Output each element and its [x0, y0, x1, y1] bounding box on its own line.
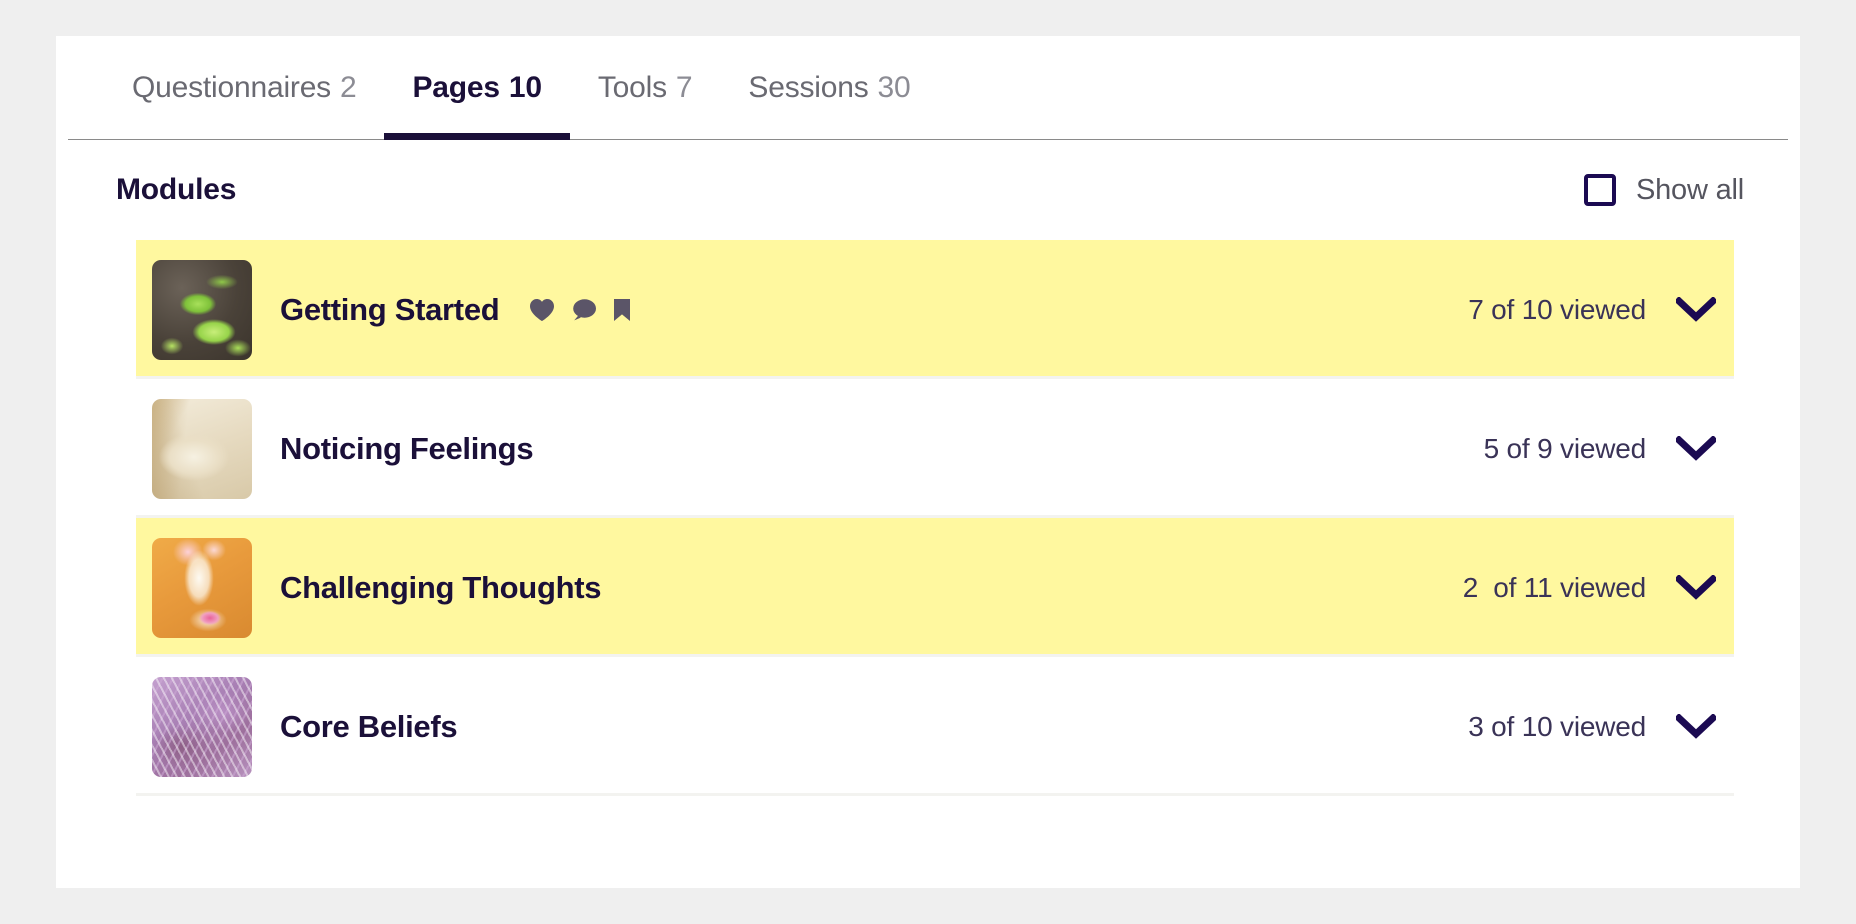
heart-icon[interactable]	[529, 298, 555, 322]
module-thumbnail	[152, 259, 252, 360]
tab-count: 30	[877, 71, 911, 104]
chevron-down-icon[interactable]	[1676, 713, 1716, 740]
page-title: Modules	[116, 173, 237, 206]
module-row-challenging-thoughts[interactable]: Challenging Thoughts 2 of 11 viewed	[136, 518, 1734, 657]
content-card: Questionnaires 2 Pages 10 Tools 7 Sessio…	[56, 36, 1800, 888]
module-thumbnail	[152, 676, 252, 777]
module-progress: 2 of 11 viewed	[1462, 571, 1646, 603]
tab-label: Sessions	[748, 71, 869, 104]
tab-tools[interactable]: Tools 7	[570, 36, 721, 140]
chevron-down-icon[interactable]	[1676, 435, 1716, 462]
tab-label: Tools	[597, 71, 667, 104]
module-progress: 7 of 10 viewed	[1468, 293, 1646, 325]
tab-questionnaires[interactable]: Questionnaires 2	[104, 36, 384, 140]
tab-bar: Questionnaires 2 Pages 10 Tools 7 Sessio…	[56, 36, 1800, 140]
module-row-getting-started[interactable]: Getting Started 7 of 10 viewed	[136, 240, 1734, 379]
modules-list: Getting Started 7 of 10 viewed Noticing	[56, 240, 1800, 796]
bookmark-icon[interactable]	[613, 298, 631, 322]
tab-label: Questionnaires	[132, 71, 331, 104]
show-all-checkbox[interactable]	[1583, 174, 1616, 206]
tab-sessions[interactable]: Sessions 30	[720, 36, 938, 140]
module-badges	[529, 298, 631, 322]
tab-pages[interactable]: Pages 10	[384, 36, 571, 140]
module-progress: 3 of 10 viewed	[1468, 710, 1646, 742]
chevron-down-icon[interactable]	[1676, 296, 1716, 323]
tab-count: 7	[675, 71, 693, 104]
tab-count: 2	[339, 71, 357, 104]
module-title: Core Beliefs	[280, 708, 458, 744]
module-title: Getting Started	[280, 291, 500, 327]
show-all-label: Show all	[1635, 173, 1744, 206]
chevron-down-icon[interactable]	[1676, 574, 1716, 601]
comment-icon[interactable]	[571, 298, 597, 322]
module-title: Challenging Thoughts	[280, 569, 602, 605]
tab-label: Pages	[412, 71, 500, 104]
module-title: Noticing Feelings	[280, 430, 534, 466]
tab-count: 10	[508, 71, 542, 104]
modules-section-header: Modules Show all	[56, 140, 1800, 240]
module-thumbnail	[152, 398, 252, 499]
module-thumbnail	[152, 537, 252, 638]
show-all-toggle[interactable]: Show all	[1583, 173, 1744, 207]
module-row-noticing-feelings[interactable]: Noticing Feelings 5 of 9 viewed	[136, 379, 1734, 518]
module-progress: 5 of 9 viewed	[1483, 432, 1647, 464]
module-row-core-beliefs[interactable]: Core Beliefs 3 of 10 viewed	[136, 657, 1734, 796]
